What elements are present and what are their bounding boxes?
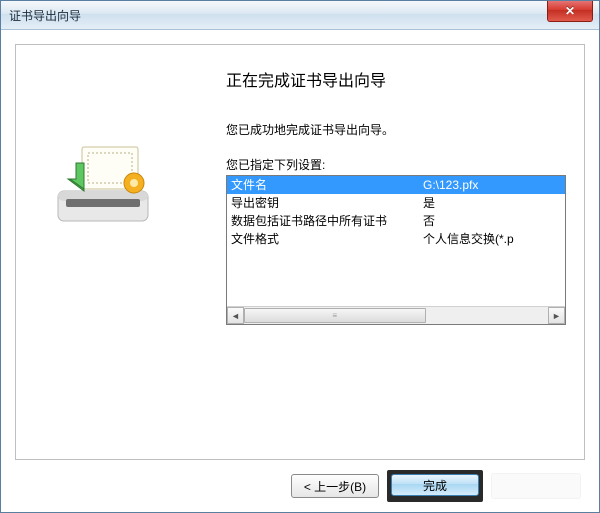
finish-button-highlight: 完成 xyxy=(387,470,483,502)
window-title: 证书导出向导 xyxy=(9,7,81,24)
wizard-heading: 正在完成证书导出向导 xyxy=(226,67,560,91)
close-button[interactable]: ✕ xyxy=(547,1,593,22)
titlebar: 证书导出向导 ✕ xyxy=(1,1,599,30)
list-row[interactable]: 文件名 G:\123.pfx xyxy=(227,176,565,194)
cell-value: G:\123.pfx xyxy=(421,176,565,194)
back-button[interactable]: < 上一步(B) xyxy=(291,474,379,498)
scroll-right-button[interactable]: ► xyxy=(548,307,565,324)
cell-label: 文件格式 xyxy=(227,230,421,248)
cell-value: 个人信息交换(*.p xyxy=(421,230,565,248)
cell-label: 数据包括证书路径中所有证书 xyxy=(227,212,421,230)
list-row[interactable]: 导出密钥 是 xyxy=(227,194,565,212)
finish-button[interactable]: 完成 xyxy=(391,474,479,496)
cell-label: 文件名 xyxy=(227,176,421,194)
list-inner: 文件名 G:\123.pfx 导出密钥 是 数据包括证书路径中所有证书 否 xyxy=(227,176,565,306)
success-message: 您已成功地完成证书导出向导。 xyxy=(226,121,560,138)
chevron-right-icon: ► xyxy=(552,311,561,321)
settings-intro: 您已指定下列设置: xyxy=(226,156,560,173)
scroll-left-button[interactable]: ◄ xyxy=(227,307,244,324)
cell-value: 否 xyxy=(421,212,565,230)
wizard-content: 正在完成证书导出向导 您已成功地完成证书导出向导。 您已指定下列设置: 文件名 … xyxy=(226,67,560,325)
scroll-thumb[interactable]: ≡ xyxy=(244,308,426,323)
list-row[interactable]: 数据包括证书路径中所有证书 否 xyxy=(227,212,565,230)
window-body: 正在完成证书导出向导 您已成功地完成证书导出向导。 您已指定下列设置: 文件名 … xyxy=(1,30,599,460)
settings-listbox[interactable]: 文件名 G:\123.pfx 导出密钥 是 数据包括证书路径中所有证书 否 xyxy=(226,175,566,325)
horizontal-scrollbar[interactable]: ◄ ≡ ► xyxy=(227,306,565,324)
close-icon: ✕ xyxy=(565,4,575,18)
wizard-panel: 正在完成证书导出向导 您已成功地完成证书导出向导。 您已指定下列设置: 文件名 … xyxy=(15,44,585,460)
cell-value: 是 xyxy=(421,194,565,212)
certificate-export-icon xyxy=(48,141,158,231)
disabled-button xyxy=(491,473,581,499)
list-row[interactable]: 文件格式 个人信息交换(*.p xyxy=(227,230,565,248)
grip-icon: ≡ xyxy=(332,311,338,320)
chevron-left-icon: ◄ xyxy=(231,311,240,321)
scroll-track[interactable]: ≡ xyxy=(244,307,548,324)
wizard-footer: < 上一步(B) 完成 xyxy=(1,460,599,512)
cell-label: 导出密钥 xyxy=(227,194,421,212)
wizard-window: 证书导出向导 ✕ 正在完成证书导出向导 xyxy=(0,0,600,513)
